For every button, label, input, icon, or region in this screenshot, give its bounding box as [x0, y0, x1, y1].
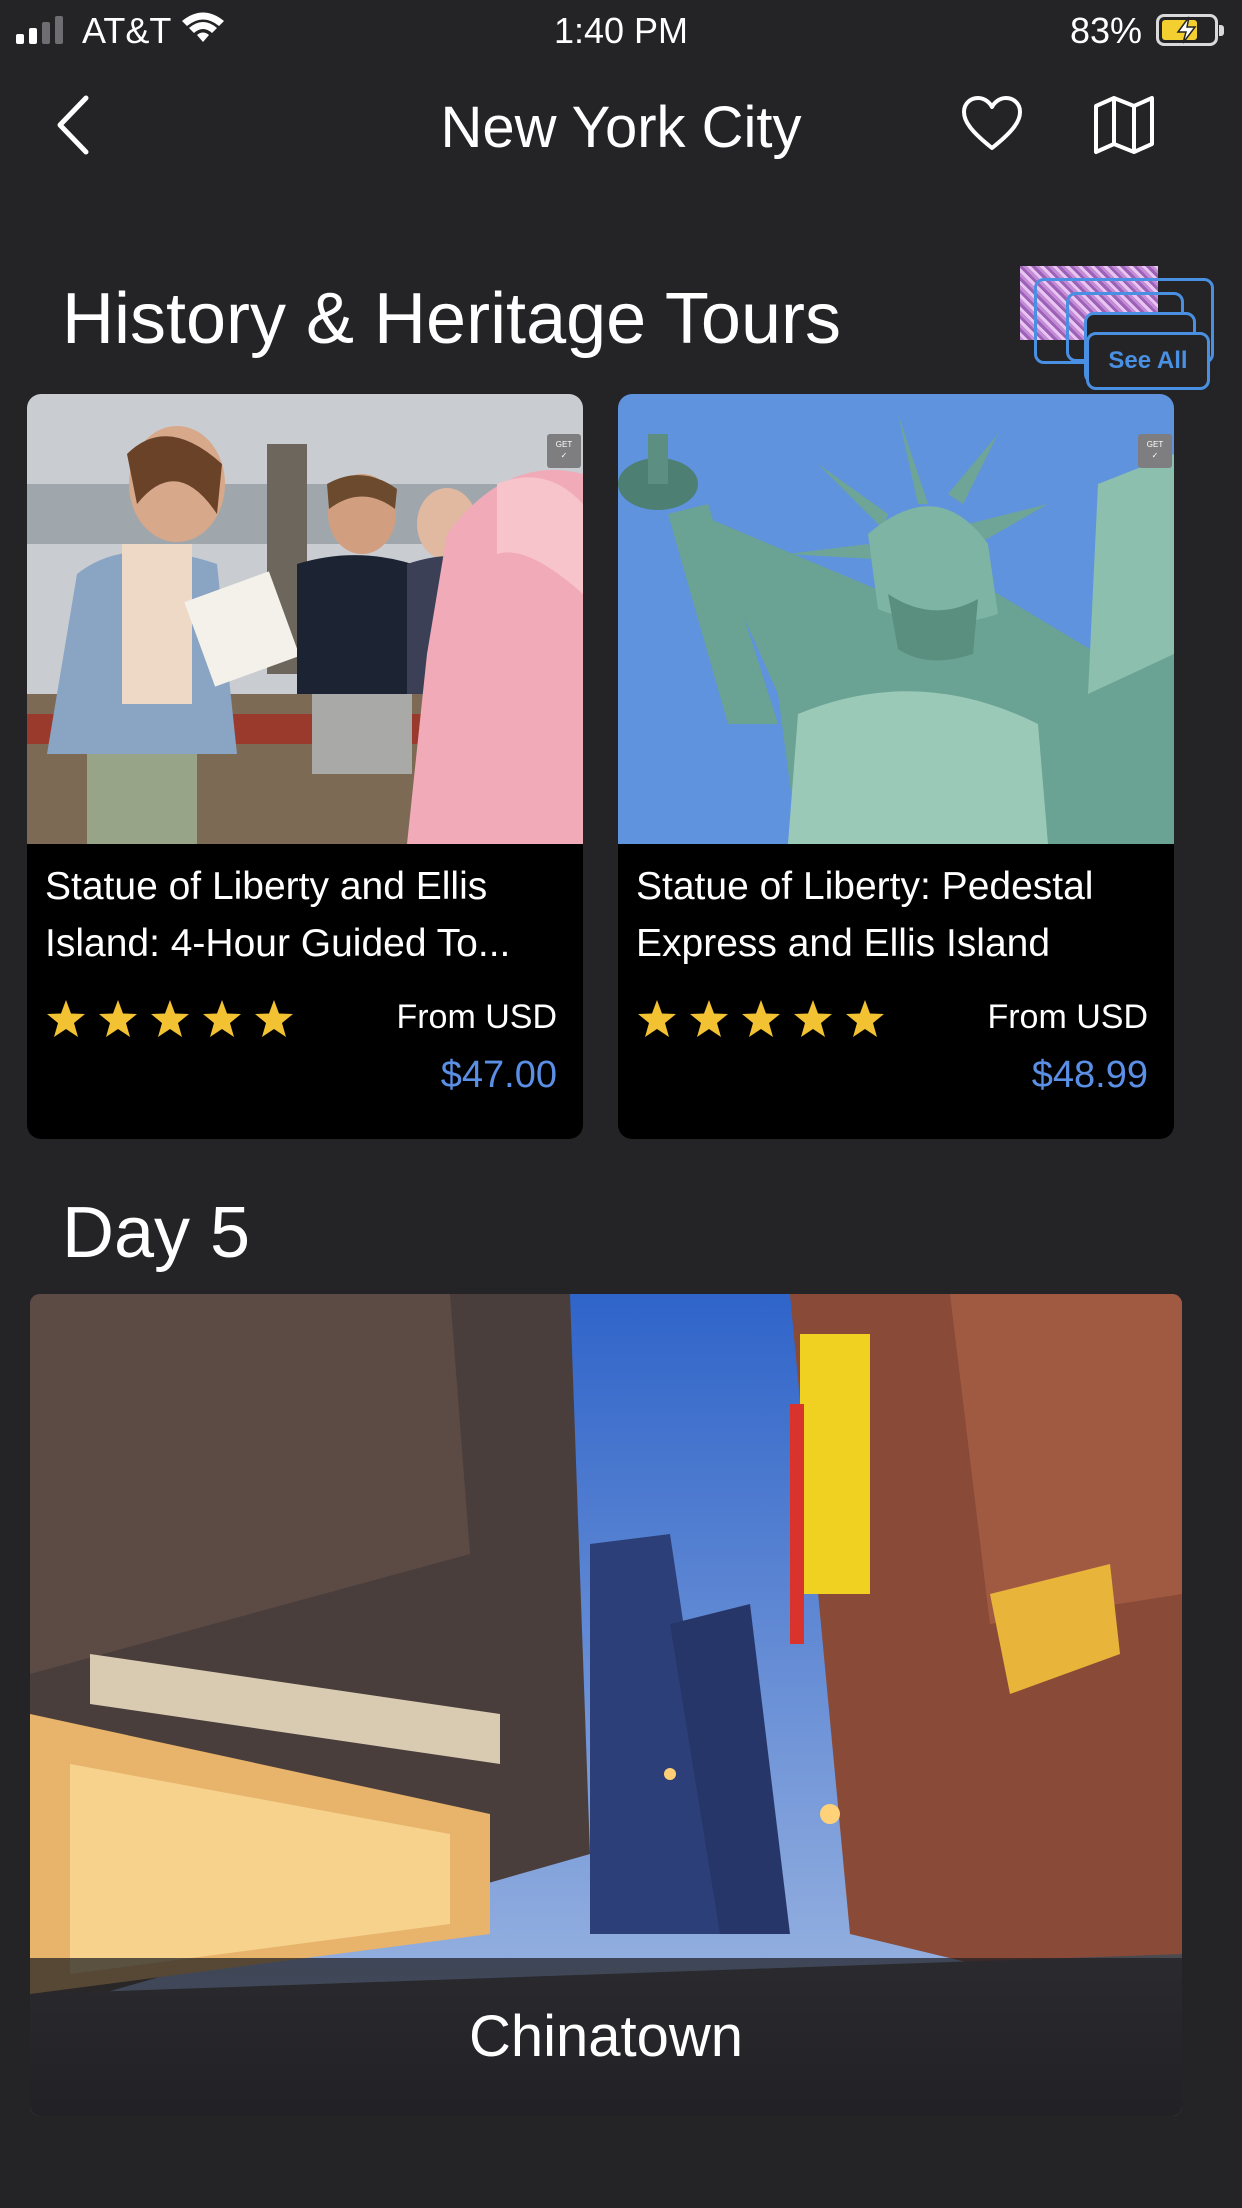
tour-card[interactable]: GET ✓ Statue of Liberty: Pedestal Express…	[618, 394, 1174, 1139]
status-bar: AT&T 1:40 PM 83%	[0, 0, 1242, 60]
price: $48.99	[1031, 1054, 1148, 1096]
badge-icon: GET ✓	[547, 434, 581, 468]
see-all-label: See All	[1108, 347, 1188, 374]
star-icon	[846, 1000, 884, 1037]
price-from-label: From USD	[396, 998, 557, 1036]
tour-photo-statue-of-liberty: GET ✓	[618, 394, 1174, 844]
charging-bolt-icon	[1176, 16, 1197, 44]
battery-icon	[1156, 14, 1224, 46]
star-icon	[255, 1000, 293, 1037]
star-icon	[151, 1000, 189, 1037]
tour-title: Statue of Liberty: Pedestal Express and …	[636, 865, 1094, 965]
clock: 1:40 PM	[553, 10, 689, 51]
price: $47.00	[440, 1054, 557, 1096]
page-title: New York City	[440, 95, 802, 160]
star-icon	[794, 1000, 832, 1037]
map-icon[interactable]	[1092, 94, 1156, 156]
star-icon	[742, 1000, 780, 1037]
section-title: History & Heritage Tours	[62, 279, 841, 359]
star-icon	[47, 1000, 85, 1037]
destination-card[interactable]: Chinatown	[30, 1294, 1182, 2116]
nav-bar: New York City	[0, 70, 1242, 180]
day-title: Day 5	[62, 1193, 251, 1273]
star-icon	[99, 1000, 137, 1037]
badge-icon: GET ✓	[1138, 434, 1172, 468]
destination-name: Chinatown	[30, 1958, 1182, 2116]
heart-icon[interactable]	[960, 94, 1024, 154]
tour-card[interactable]: GET ✓ Statue of Liberty and Ellis Island:…	[27, 394, 583, 1139]
rating-stars	[45, 998, 295, 1040]
star-icon	[690, 1000, 728, 1037]
rating-stars	[636, 998, 886, 1040]
battery-percent: 83%	[1070, 10, 1143, 51]
price-from-label: From USD	[987, 998, 1148, 1036]
see-all-button[interactable]: See All	[1016, 262, 1216, 394]
tour-photo-guided-group: GET ✓	[27, 394, 583, 844]
tour-title: Statue of Liberty and Ellis Island: 4-Ho…	[45, 865, 511, 965]
star-icon	[203, 1000, 241, 1037]
star-icon	[638, 1000, 676, 1037]
